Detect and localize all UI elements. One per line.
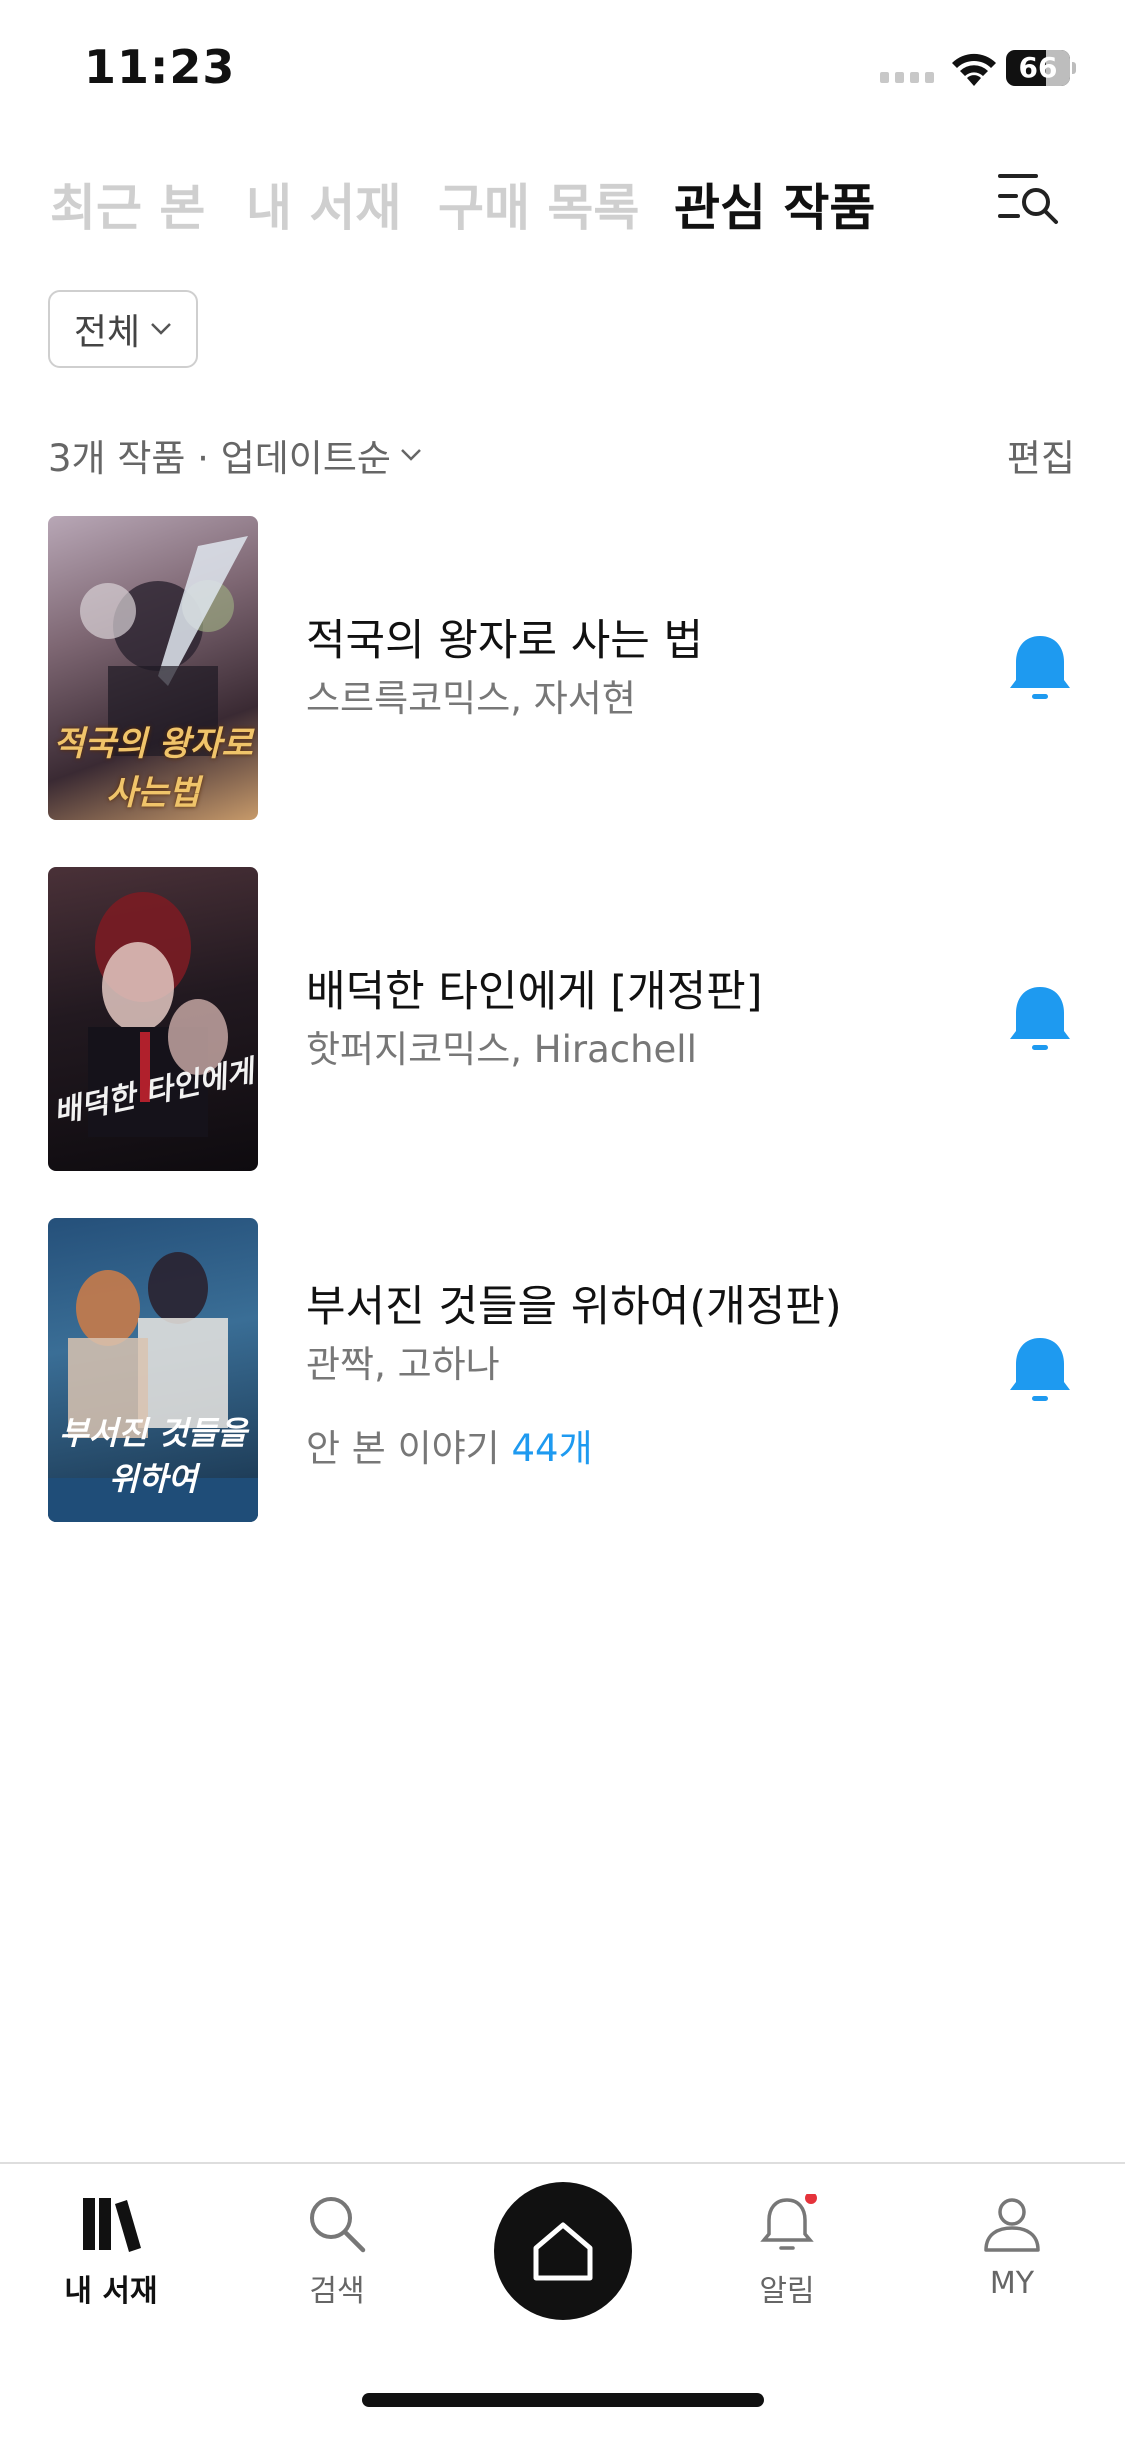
tab-favorites[interactable]: 관심 작품 xyxy=(674,168,875,240)
item-title: 적국의 왕자로 사는 법 xyxy=(306,616,704,666)
bell-icon xyxy=(760,2194,817,2250)
unread-episodes: 안 본 이야기 44개 xyxy=(306,1418,593,1472)
tab-purchases[interactable]: 구매 목록 xyxy=(438,168,639,240)
bell-icon[interactable] xyxy=(1008,632,1072,704)
cover-title-art: 부서진 것들을 위하여 xyxy=(59,1414,247,1498)
cellular-signal-icon xyxy=(880,72,934,83)
battery-level: 66 xyxy=(1018,51,1058,84)
list-item[interactable]: 배덕한 타인에게 배덕한 타인에게 [개정판] 핫퍼지코믹스, Hirachel… xyxy=(0,867,1125,1171)
home-icon xyxy=(533,2222,593,2281)
home-button[interactable] xyxy=(494,2182,632,2320)
nav-notifications[interactable]: 알림 xyxy=(712,2194,862,2310)
nav-label: 알림 xyxy=(759,2274,815,2309)
tab-my-library[interactable]: 내 서재 xyxy=(246,168,401,240)
status-time: 11:23 xyxy=(84,40,236,94)
item-title: 배덕한 타인에게 [개정판] xyxy=(306,967,763,1017)
bell-icon[interactable] xyxy=(1008,983,1072,1055)
nav-label: MY xyxy=(989,2266,1035,2301)
chevron-down-icon xyxy=(151,323,172,335)
book-cover: 적국의 왕자로 사는법 xyxy=(48,516,258,820)
nav-my-library[interactable]: 내 서재 xyxy=(36,2194,186,2310)
notification-dot xyxy=(805,2194,817,2204)
item-author: 스르륵코믹스, 자서현 xyxy=(306,677,636,720)
book-cover: 배덕한 타인에게 xyxy=(48,867,258,1171)
unread-label: 안 본 이야기 xyxy=(306,1427,512,1470)
nav-my[interactable]: MY xyxy=(937,2194,1087,2301)
battery-icon: 66 xyxy=(1006,50,1076,86)
tab-recent[interactable]: 최근 본 xyxy=(50,168,205,240)
library-icon xyxy=(83,2198,141,2252)
search-icon xyxy=(310,2197,366,2253)
book-cover: 부서진 것들을 위하여 xyxy=(48,1218,258,1522)
sort-dropdown[interactable]: 3개 작품 · 업데이트순 xyxy=(48,428,423,482)
chevron-down-icon xyxy=(401,449,421,461)
filter-selected-label: 전체 xyxy=(73,312,141,353)
unread-count: 44개 xyxy=(511,1427,593,1470)
filter-dropdown[interactable]: 전체 xyxy=(48,290,198,368)
wifi-icon xyxy=(952,53,996,86)
home-indicator xyxy=(362,2393,764,2407)
nav-search[interactable]: 검색 xyxy=(262,2194,412,2310)
nav-label: 검색 xyxy=(309,2274,365,2309)
item-author: 핫퍼지코믹스, Hirachell xyxy=(306,1028,697,1071)
list-item[interactable]: 적국의 왕자로 사는법 적국의 왕자로 사는 법 스르륵코믹스, 자서현 xyxy=(0,516,1125,820)
edit-button[interactable]: 편집 xyxy=(1007,428,1075,482)
cover-title-art: 적국의 왕자로 사는법 xyxy=(53,724,253,813)
item-author: 관짝, 고하나 xyxy=(306,1343,500,1386)
list-search-icon[interactable] xyxy=(996,170,1062,226)
profile-icon xyxy=(984,2198,1040,2252)
nav-label: 내 서재 xyxy=(64,2274,158,2309)
item-title: 부서진 것들을 위하여(개정판) xyxy=(306,1282,842,1332)
list-item[interactable]: 부서진 것들을 위하여 부서진 것들을 위하여(개정판) 관짝, 고하나 안 본… xyxy=(0,1218,1125,1522)
list-summary: 3개 작품 · 업데이트순 xyxy=(48,437,391,480)
bell-icon[interactable] xyxy=(1008,1334,1072,1406)
